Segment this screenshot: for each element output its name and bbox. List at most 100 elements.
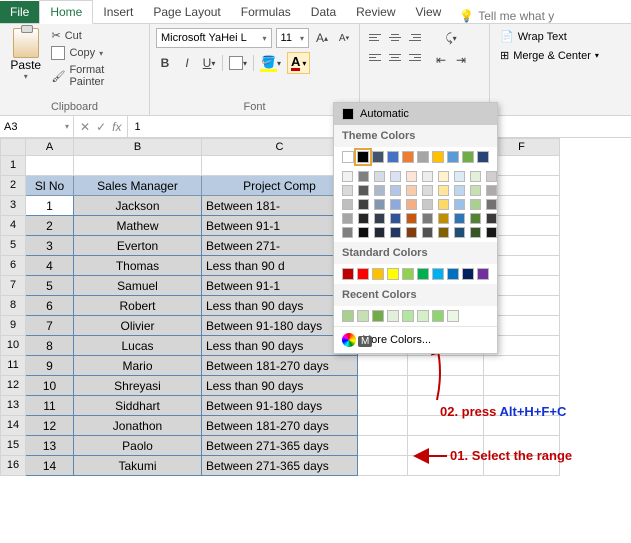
cell[interactable]: 10 [26,376,74,396]
color-swatch[interactable] [432,151,444,163]
col-header-a[interactable]: A [26,138,74,156]
color-swatch[interactable] [387,151,399,163]
color-swatch[interactable] [486,171,497,182]
row-header[interactable]: 13 [0,396,26,416]
color-swatch[interactable] [454,227,465,238]
font-size-combo[interactable]: 11▾ [276,28,309,48]
color-swatch[interactable] [486,213,497,224]
tab-page-layout[interactable]: Page Layout [143,1,230,23]
color-swatch[interactable] [477,268,489,280]
name-box[interactable]: A3▾ [0,116,74,137]
color-swatch[interactable] [422,199,433,210]
row-header[interactable]: 1 [0,156,26,176]
color-swatch[interactable] [422,185,433,196]
color-swatch[interactable] [454,171,465,182]
color-swatch[interactable] [342,199,353,210]
row-header[interactable]: 9 [0,316,26,336]
paste-button[interactable]: Paste ▾ [6,28,45,81]
color-swatch[interactable] [372,310,384,322]
merge-center-button[interactable]: ⊞Merge & Center▾ [496,47,625,64]
cell[interactable]: Samuel [74,276,202,296]
align-bottom-button[interactable] [406,28,424,46]
color-swatch[interactable] [374,199,385,210]
cell[interactable]: 12 [26,416,74,436]
cell[interactable]: 13 [26,436,74,456]
cell[interactable] [484,376,560,396]
cell[interactable]: Between 91-180 days [202,396,358,416]
cell[interactable]: Lucas [74,336,202,356]
row-header[interactable]: 3 [0,196,26,216]
color-swatch[interactable] [387,268,399,280]
color-swatch[interactable] [470,213,481,224]
cell[interactable]: Between 181-270 days [202,356,358,376]
tell-me[interactable]: 💡 Tell me what y [459,9,554,23]
cell[interactable]: Everton [74,236,202,256]
cell[interactable]: Between 181-270 days [202,416,358,436]
color-swatch[interactable] [417,268,429,280]
cell[interactable]: Takumi [74,456,202,476]
cell[interactable]: Siddhart [74,396,202,416]
color-swatch[interactable] [486,185,497,196]
color-swatch[interactable] [406,227,417,238]
color-swatch[interactable] [470,199,481,210]
cell[interactable]: Between 271-365 days [202,456,358,476]
color-swatch[interactable] [462,268,474,280]
cell[interactable]: Sl No [26,176,74,196]
color-swatch[interactable] [447,151,459,163]
color-swatch[interactable] [372,151,384,163]
cell[interactable]: Shreyasi [74,376,202,396]
row-header[interactable]: 11 [0,356,26,376]
increase-font-button[interactable]: A▴ [313,28,331,48]
color-swatch[interactable] [390,171,401,182]
color-swatch[interactable] [358,185,369,196]
color-swatch[interactable] [406,171,417,182]
cell[interactable]: Jackson [74,196,202,216]
color-swatch[interactable] [342,310,354,322]
decrease-font-button[interactable]: A▾ [335,28,353,48]
enter-formula-icon[interactable]: ✓ [96,120,106,134]
align-middle-button[interactable] [386,28,404,46]
cell[interactable] [408,416,484,436]
color-swatch[interactable] [342,151,354,163]
cell[interactable]: 11 [26,396,74,416]
color-swatch[interactable] [454,185,465,196]
cell[interactable] [358,356,408,376]
cell[interactable]: Paolo [74,436,202,456]
color-swatch[interactable] [486,227,497,238]
color-swatch[interactable] [438,199,449,210]
cell[interactable]: 1 [26,196,74,216]
cell[interactable]: Between 271-365 days [202,436,358,456]
color-swatch[interactable] [432,310,444,322]
color-swatch[interactable] [390,185,401,196]
color-swatch[interactable] [438,213,449,224]
italic-button[interactable]: I [178,53,196,73]
cell[interactable]: 9 [26,356,74,376]
color-swatch[interactable] [422,213,433,224]
row-header[interactable]: 6 [0,256,26,276]
underline-button[interactable]: U▾ [200,53,218,73]
decrease-indent-button[interactable]: ⇤ [432,50,450,70]
row-header[interactable]: 15 [0,436,26,456]
automatic-color-item[interactable]: Automatic [334,103,497,125]
tab-insert[interactable]: Insert [93,1,143,23]
color-swatch[interactable] [358,171,369,182]
cell[interactable] [358,376,408,396]
color-swatch[interactable] [402,268,414,280]
orientation-button[interactable]: ⤹▾ [432,28,470,48]
tab-review[interactable]: Review [346,1,405,23]
color-swatch[interactable] [342,268,354,280]
align-top-button[interactable] [366,28,384,46]
select-all-corner[interactable] [0,138,26,156]
color-swatch[interactable] [406,213,417,224]
cell[interactable]: Mario [74,356,202,376]
format-painter-button[interactable]: 🖌Format Painter [49,63,143,89]
row-header[interactable]: 16 [0,456,26,476]
color-swatch[interactable] [470,171,481,182]
increase-indent-button[interactable]: ⇥ [452,50,470,70]
cell[interactable]: 7 [26,316,74,336]
color-swatch[interactable] [438,185,449,196]
color-swatch[interactable] [387,310,399,322]
color-swatch[interactable] [486,199,497,210]
cell[interactable]: 6 [26,296,74,316]
cell[interactable]: 8 [26,336,74,356]
